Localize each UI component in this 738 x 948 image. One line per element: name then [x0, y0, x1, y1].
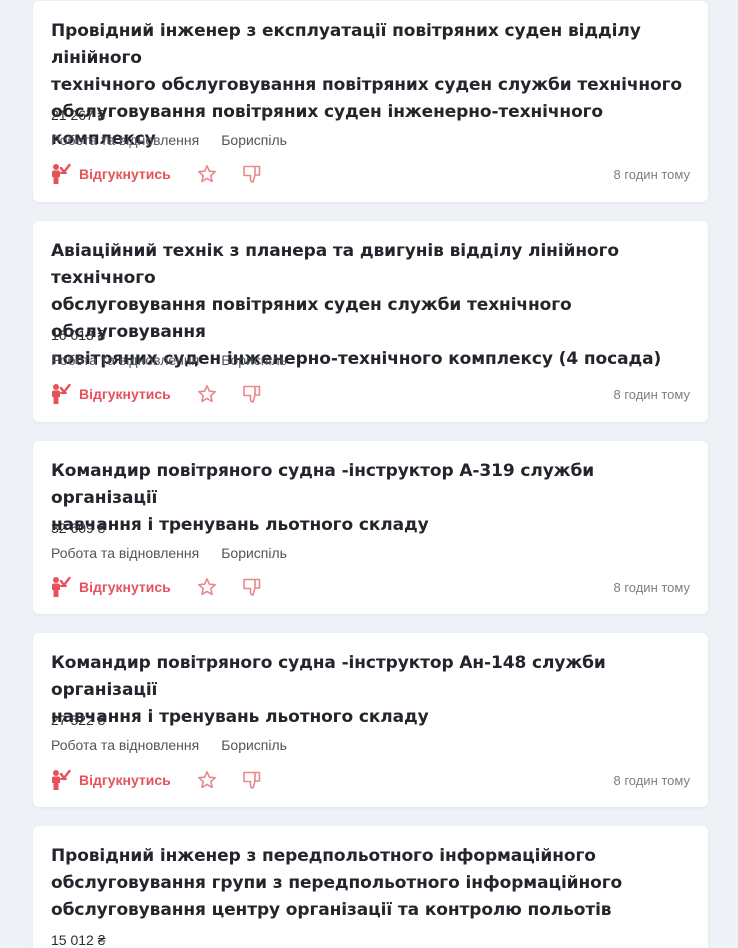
job-title-line: Провідний інженер з передпольотного інфо…: [51, 846, 596, 866]
apply-label: Відгукнутись: [79, 166, 171, 182]
job-actions: Відгукнутись 8 годин тому: [51, 382, 690, 406]
job-meta: Робота та відновлення Бориспіль: [51, 132, 287, 148]
respond-hand-icon: [51, 383, 71, 405]
job-meta: Робота та відновлення Бориспіль: [51, 545, 287, 561]
apply-label: Відгукнутись: [79, 772, 171, 788]
respond-hand-icon: [51, 576, 71, 598]
job-card: Провідний інженер з передпольотного інфо…: [33, 826, 708, 948]
job-meta: Робота та відновлення Бориспіль: [51, 737, 287, 753]
job-meta: Робота та відновлення Бориспіль: [51, 352, 287, 368]
job-title-line: навчання і тренувань льотного складу: [51, 515, 429, 535]
star-outline-icon[interactable]: [197, 384, 217, 404]
star-outline-icon[interactable]: [197, 164, 217, 184]
job-title-line: обслуговування групи з передпольотного і…: [51, 873, 623, 893]
thumbs-down-icon[interactable]: [242, 384, 262, 404]
job-category: Робота та відновлення: [51, 737, 200, 753]
job-salary: 27 522 ₴: [51, 712, 106, 728]
apply-label: Відгукнутись: [79, 386, 171, 402]
job-city: Бориспіль: [221, 352, 287, 368]
job-title-line: Командир повітряного судна -інструктор А…: [51, 461, 595, 508]
job-actions: Відгукнутись 8 годин тому: [51, 162, 690, 186]
job-card: Авіаційний технік з планера та двигунів …: [33, 221, 708, 422]
posted-time: 8 годин тому: [613, 579, 690, 595]
posted-time: 8 годин тому: [613, 386, 690, 402]
job-category: Робота та відновлення: [51, 545, 200, 561]
job-actions: Відгукнутись 8 годин тому: [51, 768, 690, 792]
job-city: Бориспіль: [221, 737, 287, 753]
job-title-link[interactable]: Командир повітряного судна -інструктор А…: [51, 650, 690, 731]
apply-label: Відгукнутись: [79, 579, 171, 595]
apply-button[interactable]: Відгукнутись: [51, 576, 171, 598]
respond-hand-icon: [51, 769, 71, 791]
thumbs-down-icon[interactable]: [242, 770, 262, 790]
star-outline-icon[interactable]: [197, 770, 217, 790]
job-card: Командир повітряного судна -інструктор А…: [33, 633, 708, 807]
respond-hand-icon: [51, 163, 71, 185]
job-city: Бориспіль: [221, 132, 287, 148]
job-category: Робота та відновлення: [51, 132, 200, 148]
posted-time: 8 годин тому: [613, 166, 690, 182]
job-title-line: Командир повітряного судна -інструктор А…: [51, 653, 606, 700]
apply-button[interactable]: Відгукнутись: [51, 163, 171, 185]
job-title-link[interactable]: Командир повітряного судна -інструктор А…: [51, 458, 690, 539]
apply-button[interactable]: Відгукнутись: [51, 383, 171, 405]
job-title-link[interactable]: Провідний інженер з передпольотного інфо…: [51, 843, 690, 924]
job-category: Робота та відновлення: [51, 352, 200, 368]
job-title-line: технічного обслуговування повітряних суд…: [51, 75, 682, 95]
job-card: Провідний інженер з експлуатації повітря…: [33, 1, 708, 202]
job-title-line: навчання і тренувань льотного складу: [51, 707, 429, 727]
job-salary: 16 013 ₴: [51, 327, 106, 343]
job-salary: 32 609 ₴: [51, 520, 106, 536]
posted-time: 8 годин тому: [613, 772, 690, 788]
job-salary: 21 267 ₴: [51, 107, 106, 123]
thumbs-down-icon[interactable]: [242, 577, 262, 597]
star-outline-icon[interactable]: [197, 577, 217, 597]
job-title-line: Авіаційний технік з планера та двигунів …: [51, 241, 619, 288]
job-salary: 15 012 ₴: [51, 932, 106, 948]
thumbs-down-icon[interactable]: [242, 164, 262, 184]
job-city: Бориспіль: [221, 545, 287, 561]
apply-button[interactable]: Відгукнутись: [51, 769, 171, 791]
job-actions: Відгукнутись 8 годин тому: [51, 575, 690, 599]
job-title-line: Провідний інженер з експлуатації повітря…: [51, 21, 641, 68]
job-title-line: обслуговування повітряних суден служби т…: [51, 295, 572, 342]
job-card: Командир повітряного судна -інструктор А…: [33, 441, 708, 614]
job-title-line: обслуговування центру організації та кон…: [51, 900, 612, 920]
